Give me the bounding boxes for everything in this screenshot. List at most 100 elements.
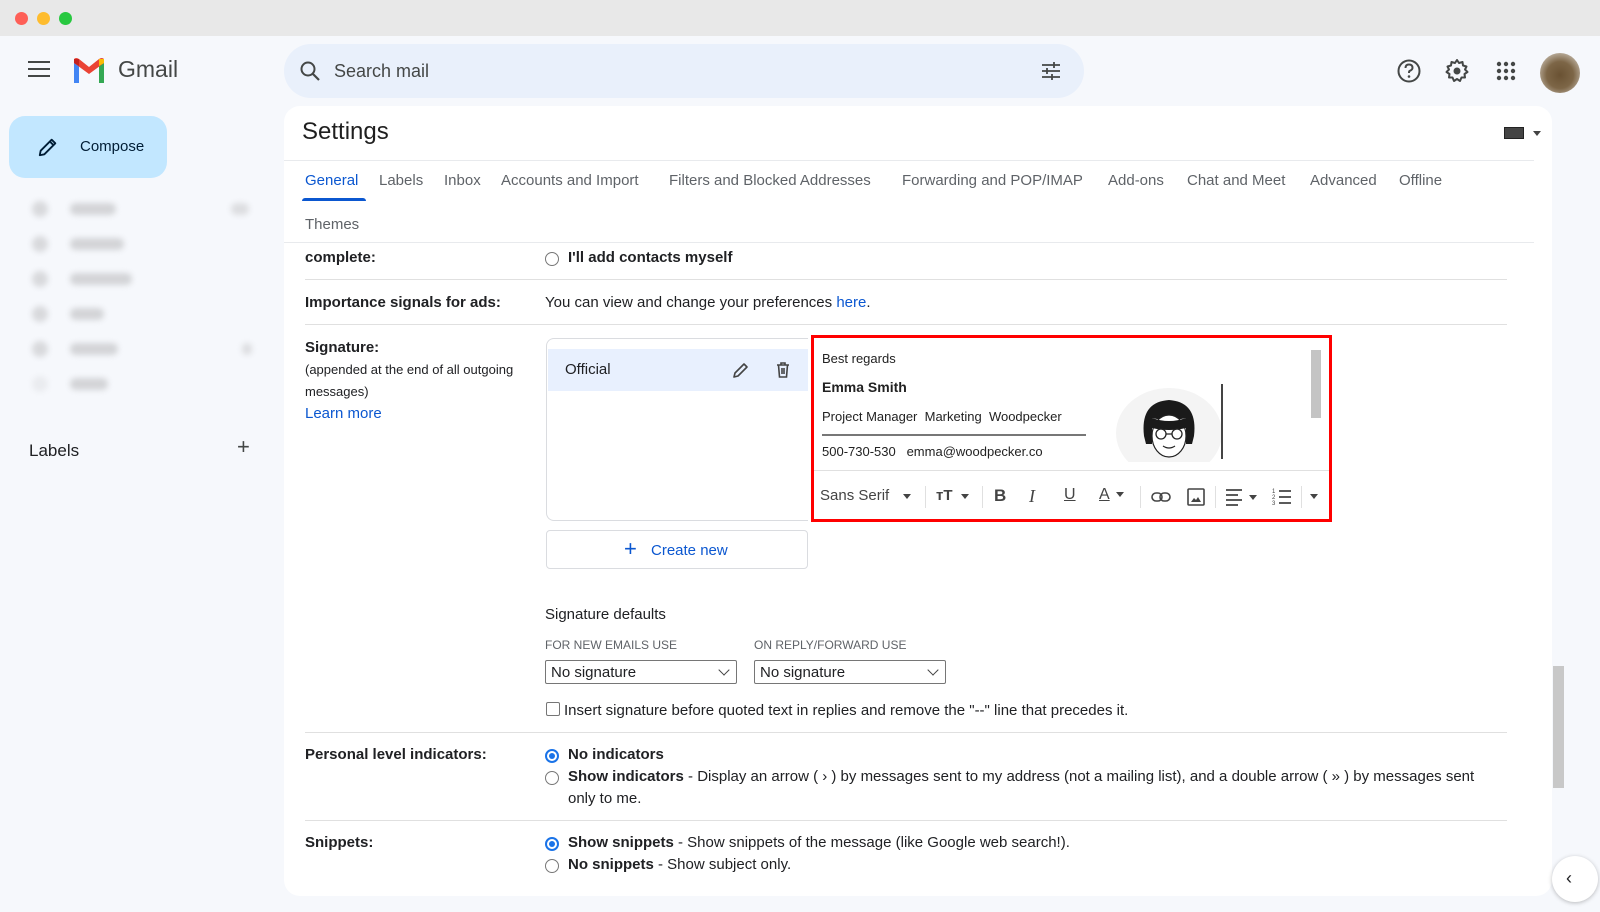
tab-advanced[interactable]: Advanced [1310,172,1377,189]
divider [305,820,1507,821]
insert-image-icon[interactable] [1186,485,1206,509]
signature-greeting: Best regards [822,351,896,366]
window-close-button[interactable] [15,12,28,25]
add-label-button[interactable]: + [237,436,250,458]
chevron-down-icon [927,664,939,676]
input-tools-toggle[interactable] [1504,126,1542,140]
signature-photo [1116,388,1222,462]
new-emails-signature-select[interactable]: No signature [545,660,737,684]
side-panel-toggle[interactable]: ‹ [1552,856,1598,902]
signature-vertical-rule [1221,384,1223,459]
signature-defaults-heading: Signature defaults [545,606,666,623]
reply-forward-signature-select[interactable]: No signature [754,660,946,684]
sidebar-item[interactable] [28,269,258,289]
bold-button[interactable]: B [994,486,1006,510]
create-new-signature-button[interactable]: + Create new [546,530,808,569]
google-apps-icon[interactable] [1493,58,1519,84]
tab-accounts-and-import[interactable]: Accounts and Import [501,172,639,189]
search-filters-icon[interactable] [1039,59,1063,83]
text-color-button[interactable]: A [1099,486,1124,510]
tab-offline[interactable]: Offline [1399,172,1442,189]
tab-forwarding-and-pop-imap[interactable]: Forwarding and POP/IMAP [902,172,1083,189]
no-indicators-radio[interactable] [545,749,559,763]
tab-general[interactable]: General [305,172,358,189]
plus-icon: + [624,536,637,561]
signature-sub-line2: messages) [305,384,369,399]
sidebar-item[interactable] [28,304,258,324]
more-formatting-button[interactable] [1310,487,1318,511]
show-indicators-title: Show indicators [568,768,684,785]
main-menu-icon[interactable] [28,61,50,77]
learn-more-link[interactable]: Learn more [305,405,382,422]
reply-forward-label: ON REPLY/FORWARD USE [754,638,907,652]
settings-gear-icon[interactable] [1444,58,1470,84]
signature-sub-line1: (appended at the end of all outgoing [305,362,514,377]
signature-company: Woodpecker [988,409,1062,424]
chevron-left-icon: ‹ [1566,868,1572,888]
tab-filters-and-blocked-addresses[interactable]: Filters and Blocked Addresses [669,172,871,189]
account-avatar[interactable] [1540,53,1580,93]
delete-trash-icon[interactable] [774,361,792,379]
signature-list: Official [546,338,808,521]
settings-scrollbar[interactable] [1553,666,1564,788]
importance-text: You can view and change your preferences [545,294,837,311]
font-size-button[interactable]: тT [936,487,969,511]
tab-inbox[interactable]: Inbox [444,172,481,189]
portrait-illustration-icon [1143,400,1195,458]
importance-signals-label: Importance signals for ads: [305,294,501,311]
signature-name: Official [565,361,611,378]
toolbar-separator [1140,486,1141,508]
insert-link-icon[interactable] [1150,485,1172,509]
tab-add-ons[interactable]: Add-ons [1108,172,1164,189]
sidebar-item[interactable] [28,339,258,359]
search-input[interactable] [334,57,984,85]
compose-label: Compose [80,138,145,155]
search-icon[interactable] [298,59,322,83]
toolbar-separator [1301,486,1302,508]
tab-labels[interactable]: Labels [379,172,423,189]
no-snippets-radio[interactable] [545,859,559,873]
edit-pencil-icon[interactable] [732,361,750,379]
insert-before-quoted-label: Insert signature before quoted text in r… [564,702,1129,719]
sidebar-item[interactable] [28,234,258,254]
show-snippets-radio[interactable] [545,837,559,851]
signature-email: emma@woodpecker.co [906,444,1043,459]
chevron-down-icon [960,493,969,499]
show-indicators-radio[interactable] [545,771,559,785]
show-snippets-label: Show snippets - Show snippets of the mes… [568,834,1070,851]
show-snippets-desc: - Show snippets of the message (like Goo… [673,834,1070,851]
italic-button[interactable]: I [1029,486,1035,510]
window-minimize-button[interactable] [37,12,50,25]
italic-icon: I [1029,486,1035,506]
help-icon[interactable] [1396,58,1422,84]
text-color-icon: A [1099,486,1110,503]
chevron-down-icon [718,664,730,676]
tab-chat-and-meet[interactable]: Chat and Meet [1187,172,1285,189]
underline-button[interactable]: U [1064,486,1076,510]
sidebar-item[interactable] [28,374,258,394]
align-dropdown-icon[interactable] [1224,485,1260,509]
compose-button[interactable]: Compose [9,116,167,178]
editor-scrollbar[interactable] [1311,350,1321,418]
add-contacts-myself-radio[interactable] [545,252,559,266]
text-size-icon: тT [936,487,953,504]
divider [284,160,1534,161]
signature-editor-body[interactable]: Best regards Emma Smith Project Manager … [814,338,1329,462]
signature-editor[interactable]: Best regards Emma Smith Project Manager … [811,335,1332,522]
gmail-wordmark: Gmail [118,56,179,82]
signature-item-official[interactable]: Official [548,349,808,391]
add-contacts-myself-label: I'll add contacts myself [568,249,733,266]
signature-divider [822,434,1086,436]
font-family-dropdown[interactable]: Sans Serif [820,487,912,511]
sidebar-item[interactable] [28,199,258,219]
window-maximize-button[interactable] [59,12,72,25]
signature-role-line: Project Manager Marketing Woodpecker [822,409,1062,424]
underline-icon: U [1064,486,1076,503]
tab-themes[interactable]: Themes [305,216,359,233]
labels-heading: Labels [29,441,80,460]
autocomplete-label: complete: [305,249,376,266]
insert-before-quoted-checkbox[interactable] [546,702,560,716]
no-indicators-label: No indicators [568,746,664,763]
numbered-list-icon[interactable]: 123 [1271,485,1293,509]
preferences-link[interactable]: here [836,294,866,311]
